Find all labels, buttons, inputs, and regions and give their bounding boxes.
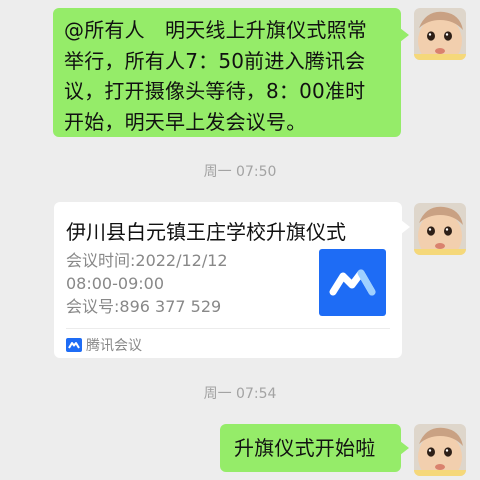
avatar[interactable]	[414, 424, 466, 476]
announcement-text: @所有人 明天线上升旗仪式照常 举行，所有人7：50前进入腾讯会 议，打开摄像头…	[53, 8, 401, 137]
announcement-line: 议，打开摄像头等待，8：00准时	[64, 79, 366, 103]
card-source-label: 腾讯会议	[86, 338, 142, 354]
tencent-meeting-small-icon	[66, 338, 82, 352]
baby-avatar-icon	[414, 424, 466, 476]
avatar[interactable]	[414, 8, 466, 60]
announcement-line: 举行，所有人7：50前进入腾讯会	[64, 48, 366, 73]
timestamp: 周一 07:54	[203, 386, 277, 402]
card-title: 伊川县白元镇王庄学校升旗仪式	[66, 220, 346, 244]
timestamp: 周一 07:50	[203, 164, 277, 180]
card-source: 腾讯会议	[66, 333, 142, 357]
announcement-line: 开始，明天早上发会议号。	[64, 109, 307, 134]
tencent-meeting-logo-icon	[319, 249, 386, 316]
meeting-card[interactable]: 伊川县白元镇王庄学校升旗仪式 会议时间:2022/12/12 08:00-09:…	[54, 202, 410, 358]
avatar[interactable]	[414, 203, 466, 255]
message-bubble-announcement[interactable]: @所有人 明天线上升旗仪式照常 举行，所有人7：50前进入腾讯会 议，打开摄像头…	[53, 8, 409, 137]
start-text: 升旗仪式开始啦	[234, 436, 376, 460]
baby-avatar-icon	[414, 8, 466, 60]
card-divider	[66, 328, 390, 329]
message-bubble-start[interactable]: 升旗仪式开始啦	[220, 424, 409, 472]
baby-avatar-icon	[414, 203, 466, 255]
card-desc-line: 会议号:896 377 529	[66, 297, 222, 316]
card-desc-line: 会议时间:2022/12/12	[66, 251, 228, 270]
announcement-line: @所有人 明天线上升旗仪式照常	[64, 18, 367, 42]
card-description: 会议时间:2022/12/12 08:00-09:00 会议号:896 377 …	[66, 249, 228, 318]
card-desc-line: 08:00-09:00	[66, 274, 164, 293]
